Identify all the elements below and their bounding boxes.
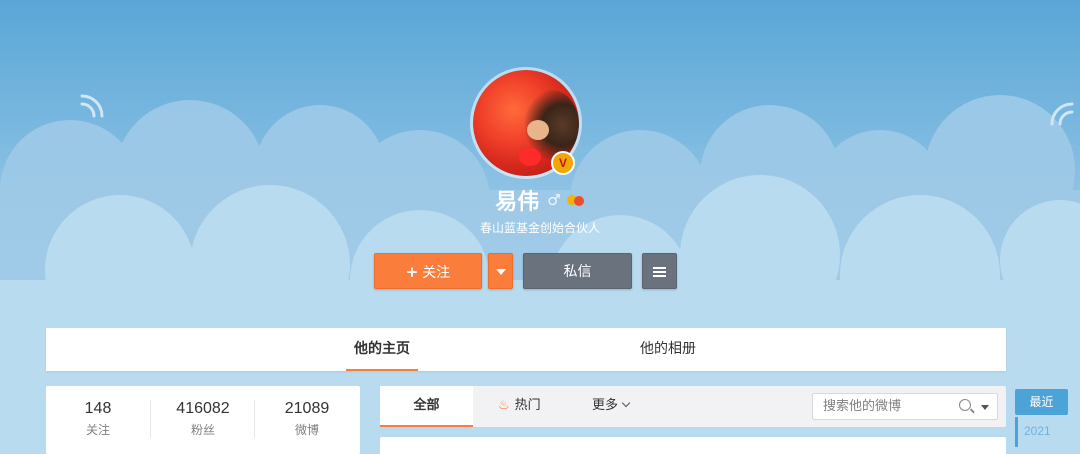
feed-tab-all[interactable]: 全部 (380, 386, 473, 427)
feed-tab-more-label: 更多 (592, 398, 619, 413)
timeline-year[interactable]: 2021 (1024, 424, 1051, 438)
menu-icon (653, 265, 666, 279)
stat-label: 关注 (85, 423, 110, 437)
stat-label: 微博 (294, 423, 319, 437)
flame-icon: ♨ (498, 398, 510, 413)
follow-button[interactable]: + 关注 (374, 253, 482, 289)
feed-search-box (812, 393, 998, 420)
profile-name-row: 易伟 ♂ (0, 184, 1080, 216)
profile-description: 春山蓝基金创始合伙人 (479, 221, 600, 235)
stat-followers[interactable]: 416082 粉丝 (151, 400, 255, 438)
feed-tab-hot-label: 热门 (514, 398, 541, 413)
follow-dropdown-button[interactable] (488, 253, 513, 289)
feed-tab-more[interactable]: 更多 (592, 386, 652, 427)
stat-label: 粉丝 (190, 423, 215, 437)
timeline-recent[interactable]: 最近 (1015, 389, 1068, 415)
chevron-down-icon (621, 398, 631, 408)
tab-album[interactable]: 他的相册 (632, 328, 704, 371)
profile-name: 易伟 (495, 190, 540, 215)
stat-value: 416082 (176, 400, 230, 417)
more-menu-button[interactable] (642, 253, 677, 289)
feed-content (380, 437, 1006, 454)
stat-value: 21089 (284, 400, 330, 417)
stats-card: 148 关注 416082 粉丝 21089 微博 (46, 386, 360, 454)
feed-filter-bar: 全部 ♨ 热门 更多 (380, 386, 1006, 427)
timeline-line (1015, 417, 1018, 447)
caret-down-icon[interactable] (981, 405, 989, 410)
male-gender-icon: ♂ (547, 191, 561, 209)
follow-label: 关注 (422, 265, 451, 281)
verified-icon[interactable]: V (551, 151, 575, 175)
caret-down-icon (495, 269, 506, 275)
search-input[interactable] (813, 394, 953, 419)
stat-value: 148 (84, 400, 112, 417)
stat-posts[interactable]: 21089 微博 (255, 400, 359, 438)
stat-following[interactable]: 148 关注 (46, 400, 150, 438)
plus-icon: + (405, 263, 419, 281)
feed-tab-hot[interactable]: ♨ 热门 (498, 386, 558, 427)
profile-tab-bar: 他的主页 他的相册 (46, 328, 1006, 371)
message-button[interactable]: 私信 (523, 253, 632, 289)
vip-member-icon[interactable] (566, 193, 585, 207)
search-icon[interactable] (959, 399, 971, 411)
tab-home[interactable]: 他的主页 (346, 328, 418, 371)
